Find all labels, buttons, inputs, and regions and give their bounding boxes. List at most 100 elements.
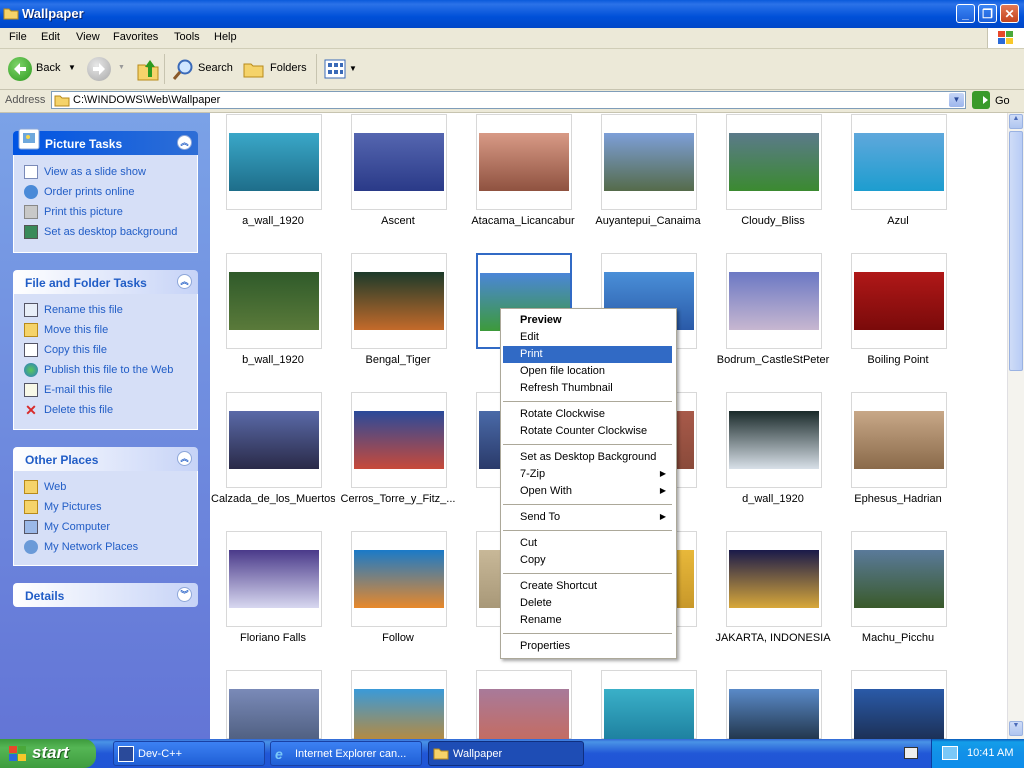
thumbnail-item[interactable]: [351, 114, 447, 210]
menu-item-edit[interactable]: Edit: [503, 329, 672, 346]
taskbar-internet-explorer[interactable]: e Internet Explorer can...: [270, 741, 422, 766]
thumbnail-item[interactable]: [226, 392, 322, 488]
thumbnail-label[interactable]: Boiling Point: [836, 354, 960, 366]
other-places-header[interactable]: Other Places ︽: [13, 447, 198, 471]
vertical-scrollbar[interactable]: ▲ ▼: [1007, 113, 1024, 739]
task-move-file[interactable]: Move this file: [24, 323, 108, 339]
place-my-pictures[interactable]: My Pictures: [24, 500, 101, 516]
forward-dropdown-icon[interactable]: ▼: [118, 64, 125, 71]
collapse-chevron-icon[interactable]: ︽: [177, 451, 192, 466]
picture-tasks-header[interactable]: Picture Tasks ︽: [13, 128, 198, 155]
task-copy-file[interactable]: Copy this file: [24, 343, 107, 359]
thumbnail-label[interactable]: d_wall_1920: [711, 493, 835, 505]
thumbnail-label[interactable]: Atacama_Licancabur: [461, 215, 585, 227]
menu-item-send-to[interactable]: Send To ▶: [503, 509, 672, 526]
thumbnail-label[interactable]: JAKARTA, INDONESIA: [711, 632, 835, 644]
menu-tools[interactable]: Tools: [174, 31, 200, 43]
thumbnail-item[interactable]: [476, 114, 572, 210]
menu-item-7-zip[interactable]: 7-Zip ▶: [503, 466, 672, 483]
thumbnail-label[interactable]: Cerros_Torre_y_Fitz_...: [336, 493, 460, 505]
menu-item-properties[interactable]: Properties: [503, 638, 672, 655]
thumbnail-label[interactable]: Floriano Falls: [211, 632, 335, 644]
thumbnail-item[interactable]: [351, 531, 447, 627]
task-email-file[interactable]: E-mail this file: [24, 383, 112, 399]
menu-favorites[interactable]: Favorites: [113, 31, 158, 43]
task-order-prints[interactable]: Order prints online: [24, 185, 135, 201]
thumbnail-label[interactable]: Calzada_de_los_Muertos: [211, 493, 335, 505]
back-button[interactable]: Back ▼: [6, 56, 88, 82]
task-set-desktop-background[interactable]: Set as desktop background: [24, 225, 177, 241]
menu-item-refresh-thumbnail[interactable]: Refresh Thumbnail: [503, 380, 672, 397]
menu-item-delete[interactable]: Delete: [503, 595, 672, 612]
details-header[interactable]: Details ︾: [13, 583, 198, 607]
thumbnail-label[interactable]: Bengal_Tiger: [336, 354, 460, 366]
thumbnail-item[interactable]: [726, 114, 822, 210]
thumbnail-item[interactable]: [226, 253, 322, 349]
menu-item-open-file-location[interactable]: Open file location: [503, 363, 672, 380]
menu-item-rename[interactable]: Rename: [503, 612, 672, 629]
keyboard-icon[interactable]: [904, 747, 918, 759]
menu-item-open-with[interactable]: Open With ▶: [503, 483, 672, 500]
taskbar-devcpp[interactable]: Dev-C++: [113, 741, 265, 766]
thumbnail-item[interactable]: [726, 253, 822, 349]
thumbnail-label[interactable]: Ascent: [336, 215, 460, 227]
task-rename-file[interactable]: Rename this file: [24, 303, 123, 319]
thumbnail-label[interactable]: a_wall_1920: [211, 215, 335, 227]
place-my-network[interactable]: My Network Places: [24, 540, 138, 556]
forward-button[interactable]: [87, 57, 111, 81]
menu-item-set-as-desktop-background[interactable]: Set as Desktop Background: [503, 449, 672, 466]
thumbnail-item[interactable]: [226, 670, 322, 747]
minimize-button[interactable]: _: [956, 4, 975, 23]
thumbnail-label[interactable]: Bodrum_CastleStPeter: [711, 354, 835, 366]
thumbnail-label[interactable]: Follow: [336, 632, 460, 644]
thumbnail-label[interactable]: b_wall_1920: [211, 354, 335, 366]
address-input[interactable]: C:\WINDOWS\Web\Wallpaper ▼: [51, 91, 966, 109]
thumbnail-item[interactable]: [726, 392, 822, 488]
scroll-up-button[interactable]: ▲: [1009, 114, 1023, 129]
title-bar[interactable]: Wallpaper _ ❐ ✕: [0, 0, 1024, 28]
thumbnail-item[interactable]: [351, 253, 447, 349]
menu-help[interactable]: Help: [214, 31, 237, 43]
network-tray-icon[interactable]: [942, 746, 958, 760]
up-folder-icon[interactable]: [135, 55, 161, 83]
start-button[interactable]: start: [0, 739, 96, 768]
thumbnail-item[interactable]: [601, 670, 697, 747]
thumbnail-item[interactable]: [351, 670, 447, 747]
scroll-down-button[interactable]: ▼: [1009, 721, 1023, 736]
menu-item-rotate-counter-clockwise[interactable]: Rotate Counter Clockwise: [503, 423, 672, 440]
taskbar-wallpaper[interactable]: Wallpaper: [428, 741, 584, 766]
thumbnail-item[interactable]: [226, 531, 322, 627]
thumbnail-item[interactable]: [226, 114, 322, 210]
thumbnail-item[interactable]: [601, 114, 697, 210]
thumbnail-label[interactable]: Azul: [836, 215, 960, 227]
views-button[interactable]: ▼: [322, 58, 358, 80]
close-button[interactable]: ✕: [1000, 4, 1019, 23]
place-web[interactable]: Web: [24, 480, 66, 496]
thumbnail-item[interactable]: [851, 253, 947, 349]
menu-item-cut[interactable]: Cut: [503, 535, 672, 552]
menu-file[interactable]: File: [9, 31, 27, 43]
scroll-thumb[interactable]: [1009, 131, 1023, 371]
thumbnail-label[interactable]: Machu_Picchu: [836, 632, 960, 644]
task-publish-web[interactable]: Publish this file to the Web: [24, 363, 173, 379]
task-delete-file[interactable]: ✕ Delete this file: [24, 403, 113, 419]
thumbnail-item[interactable]: [851, 670, 947, 747]
thumbnail-label[interactable]: Auyantepui_Canaima: [586, 215, 710, 227]
go-button[interactable]: Go: [972, 91, 1018, 110]
clock[interactable]: 10:41 AM: [967, 747, 1013, 759]
maximize-button[interactable]: ❐: [978, 4, 997, 23]
menu-view[interactable]: View: [76, 31, 100, 43]
menu-item-rotate-clockwise[interactable]: Rotate Clockwise: [503, 406, 672, 423]
back-dropdown-icon[interactable]: ▼: [68, 63, 76, 72]
task-print-picture[interactable]: Print this picture: [24, 205, 123, 221]
collapse-chevron-icon[interactable]: ︽: [177, 274, 192, 289]
thumbnail-label[interactable]: Cloudy_Bliss: [711, 215, 835, 227]
thumbnail-item[interactable]: [351, 392, 447, 488]
expand-chevron-icon[interactable]: ︾: [177, 587, 192, 602]
menu-item-copy[interactable]: Copy: [503, 552, 672, 569]
thumbnail-label[interactable]: Ephesus_Hadrian: [836, 493, 960, 505]
thumbnail-item[interactable]: [726, 670, 822, 747]
thumbnail-item[interactable]: [851, 114, 947, 210]
collapse-chevron-icon[interactable]: ︽: [177, 135, 192, 150]
address-dropdown-icon[interactable]: ▼: [949, 93, 964, 107]
